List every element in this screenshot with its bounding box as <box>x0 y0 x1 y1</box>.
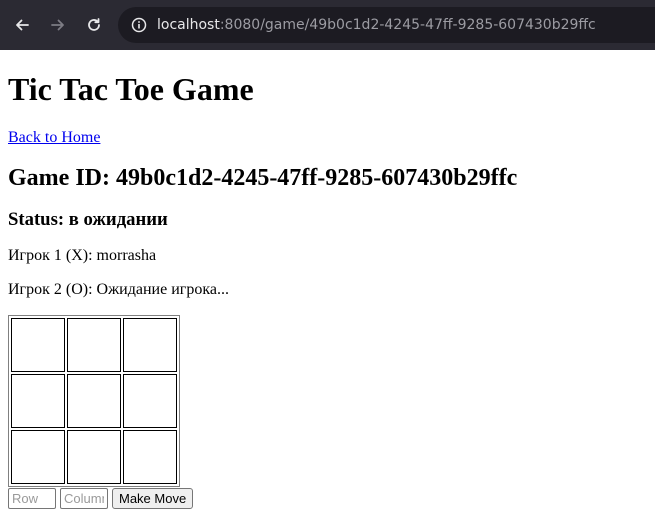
board-row <box>11 374 177 428</box>
page-title: Tic Tac Toe Game <box>8 71 254 107</box>
info-icon[interactable] <box>130 16 148 34</box>
board-row <box>11 318 177 372</box>
reload-icon <box>88 18 100 31</box>
url-host: localhost <box>157 17 220 33</box>
column-input[interactable] <box>60 487 108 509</box>
arrow-right-icon <box>51 19 64 31</box>
move-form: Make Move <box>8 487 647 509</box>
status-heading: Status: в ожидании <box>8 209 168 230</box>
url-path: :8080/game/49b0c1d2-4245-47ff-9285-60743… <box>219 17 596 33</box>
back-button[interactable] <box>4 7 40 43</box>
game-id-heading: Game ID: 49b0c1d2-4245-47ff-9285-607430b… <box>8 165 518 191</box>
browser-toolbar: localhost:8080/game/49b0c1d2-4245-47ff-9… <box>0 0 655 50</box>
board-row <box>11 430 177 484</box>
board-cell[interactable] <box>11 430 65 484</box>
page-content: Tic Tac Toe Game Back to Home Game ID: 4… <box>0 50 655 531</box>
reload-button[interactable] <box>76 7 112 43</box>
game-board <box>8 315 180 487</box>
row-input[interactable] <box>8 487 56 509</box>
board-cell[interactable] <box>11 374 65 428</box>
board-cell[interactable] <box>67 318 121 372</box>
make-move-button[interactable]: Make Move <box>112 487 194 509</box>
player-2-info: Игрок 2 (O): Ожидание игрока... <box>8 281 229 298</box>
board-cell[interactable] <box>123 430 177 484</box>
address-bar[interactable]: localhost:8080/game/49b0c1d2-4245-47ff-9… <box>118 7 655 43</box>
board-cell[interactable] <box>123 374 177 428</box>
player-1-info: Игрок 1 (X): morrasha <box>8 247 157 264</box>
arrow-left-icon <box>16 19 29 31</box>
board-cell[interactable] <box>123 318 177 372</box>
board-cell[interactable] <box>11 318 65 372</box>
back-to-home-link[interactable]: Back to Home <box>8 129 100 147</box>
forward-button[interactable] <box>40 7 76 43</box>
board-cell[interactable] <box>67 430 121 484</box>
board-cell[interactable] <box>67 374 121 428</box>
